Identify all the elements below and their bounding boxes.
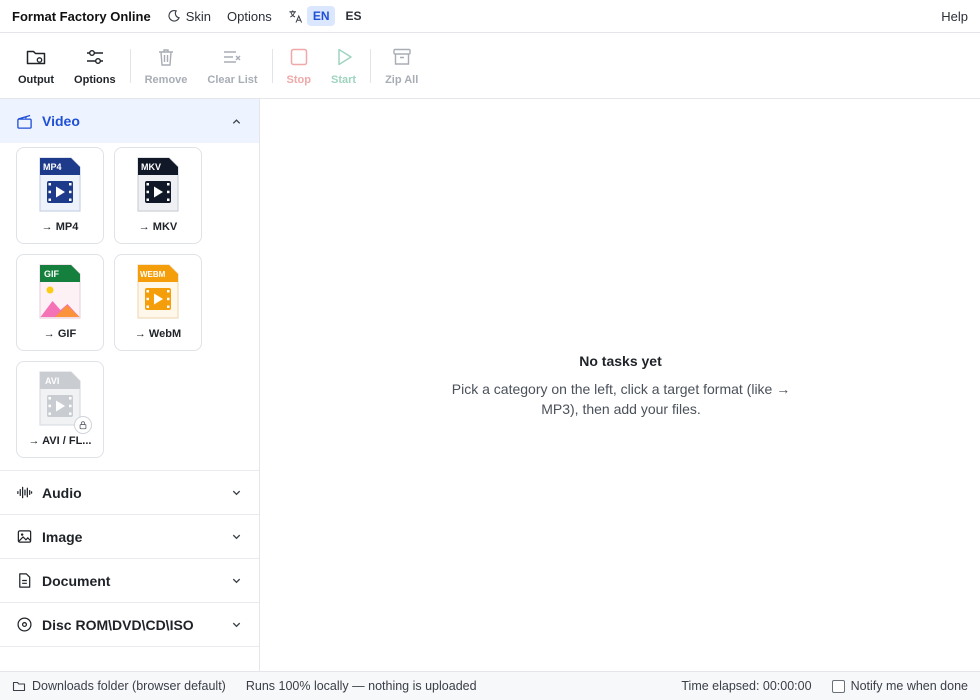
category-audio[interactable]: Audio — [0, 471, 259, 515]
lang-en-button[interactable]: EN — [306, 6, 336, 26]
format-label: → GIF — [43, 328, 77, 340]
gif-file-icon: GIF — [39, 264, 81, 319]
category-image[interactable]: Image — [0, 515, 259, 559]
folder-icon — [12, 681, 26, 692]
chevron-down-icon — [231, 619, 243, 631]
svg-text:MKV: MKV — [141, 162, 161, 172]
translate-icon — [288, 9, 303, 24]
format-gif-card[interactable]: GIF → GIF — [16, 254, 104, 351]
play-icon — [337, 48, 352, 65]
folder-gear-icon — [26, 50, 46, 64]
category-label: Disc ROM\DVD\CD\ISO — [42, 616, 194, 633]
chevron-up-icon — [231, 115, 243, 127]
category-label: Video — [42, 113, 80, 129]
mp4-file-icon: MP4 — [39, 157, 81, 212]
zip-all-button[interactable]: Zip All — [375, 36, 428, 96]
svg-text:GIF: GIF — [44, 269, 60, 279]
svg-text:MP4: MP4 — [43, 162, 62, 172]
options-button[interactable]: Options — [64, 36, 126, 96]
skin-label: Skin — [185, 8, 211, 24]
start-button[interactable]: Start — [321, 36, 366, 96]
help-menu[interactable]: Help — [941, 9, 968, 24]
empty-state-title: No tasks yet — [579, 353, 662, 369]
category-label: Image — [42, 528, 83, 545]
downloads-label: Downloads folder (browser default) — [32, 679, 226, 693]
notify-checkbox[interactable] — [831, 679, 845, 693]
skin-menu[interactable]: Skin — [167, 9, 211, 24]
time-elapsed: Time elapsed: 00:00:00 — [681, 679, 812, 693]
chevron-down-icon — [231, 575, 243, 587]
stop-button[interactable]: Stop — [277, 36, 321, 96]
chevron-down-icon — [231, 487, 243, 499]
lang-es-button[interactable]: ES — [339, 6, 367, 26]
format-grid: MP4 → MP4 MKV → MKV GIF → GIF WEBM → Web… — [0, 143, 259, 471]
stop-icon — [290, 48, 308, 65]
privacy-note: Runs 100% locally — nothing is uploaded — [245, 679, 477, 693]
disc-icon — [16, 616, 34, 634]
document-icon — [16, 572, 34, 590]
image-icon — [16, 528, 34, 546]
svg-text:WEBM: WEBM — [140, 270, 166, 279]
format-label: → MP4 — [41, 221, 79, 233]
options-menu[interactable]: Options — [227, 9, 272, 24]
chevron-down-icon — [231, 531, 243, 543]
webm-file-icon: WEBM — [137, 264, 179, 319]
remove-label: Remove — [144, 73, 188, 86]
stop-label: Stop — [286, 73, 311, 86]
category-sidebar: Video MP4 → MP4 MKV → MKV GIF → GIF WEBM… — [0, 99, 260, 671]
trash-icon — [159, 48, 173, 66]
toolbar-divider — [370, 48, 372, 83]
clear-list-button[interactable]: Clear List — [197, 36, 267, 96]
start-label: Start — [331, 73, 357, 86]
clapperboard-icon — [16, 112, 34, 130]
app-title: Format Factory Online — [12, 8, 151, 24]
lock-icon — [74, 416, 92, 434]
toolbar: Output Options Remove Clear List Stop St… — [0, 33, 980, 99]
downloads-location: Downloads folder (browser default) — [12, 679, 226, 693]
notify-toggle[interactable]: Notify me when done — [831, 679, 968, 693]
moon-icon — [168, 9, 180, 22]
format-mkv-card[interactable]: MKV → MKV — [114, 147, 202, 244]
audio-wave-icon — [16, 484, 34, 502]
zip-all-label: Zip All — [385, 73, 419, 86]
format-label: → AVI / FL... — [28, 435, 92, 447]
category-label: Audio — [42, 484, 82, 501]
empty-state-message: Pick a category on the left, click a tar… — [451, 381, 791, 417]
output-button[interactable]: Output — [8, 36, 64, 96]
remove-button[interactable]: Remove — [135, 36, 198, 96]
category-label: Document — [42, 572, 111, 589]
svg-text:AVI: AVI — [45, 376, 59, 386]
format-mp4-card[interactable]: MP4 → MP4 — [16, 147, 104, 244]
category-video[interactable]: Video — [0, 99, 259, 143]
format-label: → WebM — [134, 328, 182, 340]
options-label: Options — [74, 73, 116, 86]
mkv-file-icon: MKV — [137, 157, 179, 212]
notify-label: Notify me when done — [850, 679, 968, 693]
format-avi-card[interactable]: AVI → AVI / FL... — [16, 361, 104, 458]
format-webm-card[interactable]: WEBM → WebM — [114, 254, 202, 351]
toolbar-divider — [271, 48, 273, 83]
clear-list-icon — [224, 50, 241, 63]
category-disc[interactable]: Disc ROM\DVD\CD\ISO — [0, 603, 259, 647]
clear-list-label: Clear List — [207, 73, 258, 86]
toolbar-divider — [129, 48, 131, 83]
sliders-icon — [86, 49, 103, 64]
output-label: Output — [18, 73, 55, 86]
format-label: → MKV — [138, 221, 178, 233]
task-list-area: No tasks yet Pick a category on the left… — [261, 99, 980, 671]
menu-bar: Format Factory Online Skin Options EN ES… — [0, 0, 980, 33]
category-document[interactable]: Document — [0, 559, 259, 603]
archive-icon — [392, 48, 411, 65]
status-bar: Downloads folder (browser default) Runs … — [0, 671, 980, 700]
